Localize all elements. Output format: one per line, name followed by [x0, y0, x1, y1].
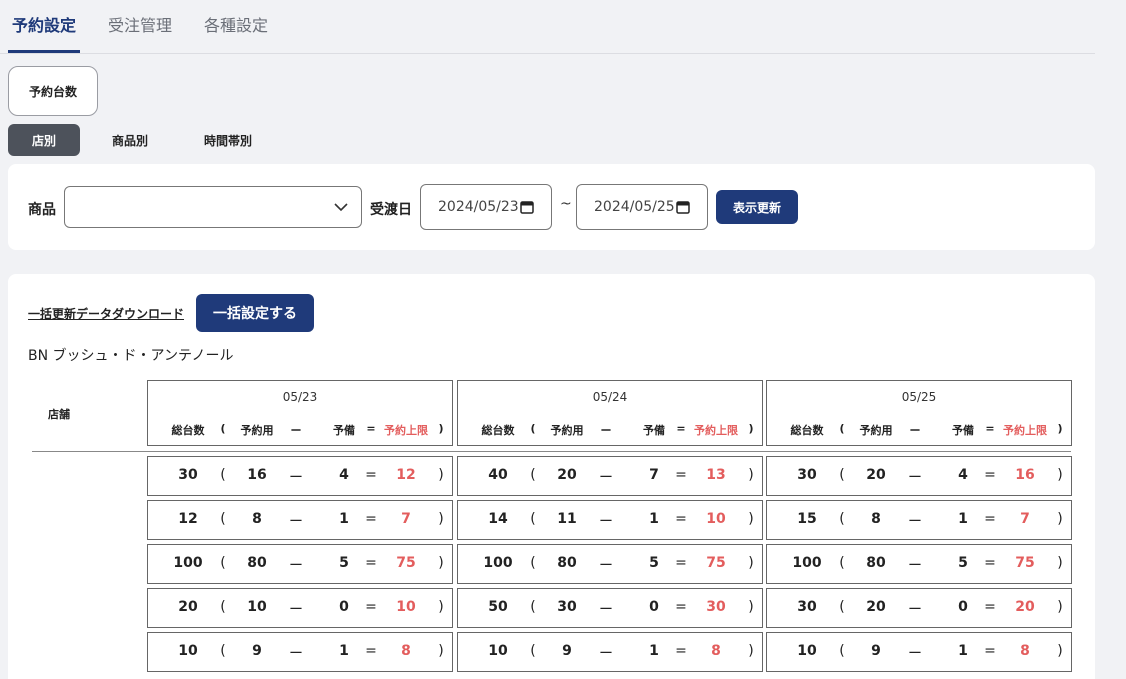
delivery-date-label: 受渡日	[370, 202, 412, 218]
product-name: BN ブッシュ・ド・アンテノール	[28, 348, 234, 364]
tab-reservation-settings[interactable]: 予約設定	[12, 12, 76, 36]
date-from-value: 2024/05/23	[438, 199, 519, 215]
view-tab-by-time[interactable]: 時間帯別	[190, 124, 266, 156]
tab-various-settings[interactable]: 各種設定	[204, 12, 268, 36]
close-paren: )	[1057, 511, 1063, 527]
header-divider	[32, 451, 1071, 452]
date-header: 05/23	[282, 390, 318, 404]
product-select[interactable]	[64, 186, 362, 228]
view-tab-by-store[interactable]: 店別	[8, 124, 80, 156]
close-paren: )	[1057, 643, 1063, 659]
bulk-settings-button[interactable]: 一括設定する	[196, 294, 314, 332]
close-paren: )	[1057, 599, 1063, 615]
date-from-input[interactable]: 2024/05/23	[420, 184, 552, 230]
calendar-icon[interactable]	[520, 200, 534, 214]
active-tab-indicator	[8, 50, 80, 53]
close-paren: )	[1057, 555, 1063, 571]
store-column-header: 店舗	[48, 408, 70, 421]
chevron-down-icon	[334, 203, 348, 212]
product-label: 商品	[28, 202, 56, 218]
view-tab-by-product[interactable]: 商品別	[94, 124, 166, 156]
date-header: 05/24	[592, 390, 628, 404]
date-to-input[interactable]: 2024/05/25	[576, 184, 708, 230]
date-header: 05/25	[901, 390, 937, 404]
calendar-icon[interactable]	[676, 200, 690, 214]
reservation-count-button[interactable]: 予約台数	[8, 66, 98, 116]
refresh-display-button[interactable]: 表示更新	[716, 190, 798, 224]
date-to-value: 2024/05/25	[594, 199, 675, 215]
close-paren: )	[1057, 467, 1063, 483]
top-tab-bar: 予約設定 受注管理 各種設定	[0, 0, 1095, 54]
tab-order-management[interactable]: 受注管理	[108, 12, 172, 36]
bulk-download-link[interactable]: 一括更新データダウンロード	[28, 305, 184, 322]
close-paren: )	[1057, 422, 1063, 435]
date-range-separator: ~	[560, 196, 572, 212]
